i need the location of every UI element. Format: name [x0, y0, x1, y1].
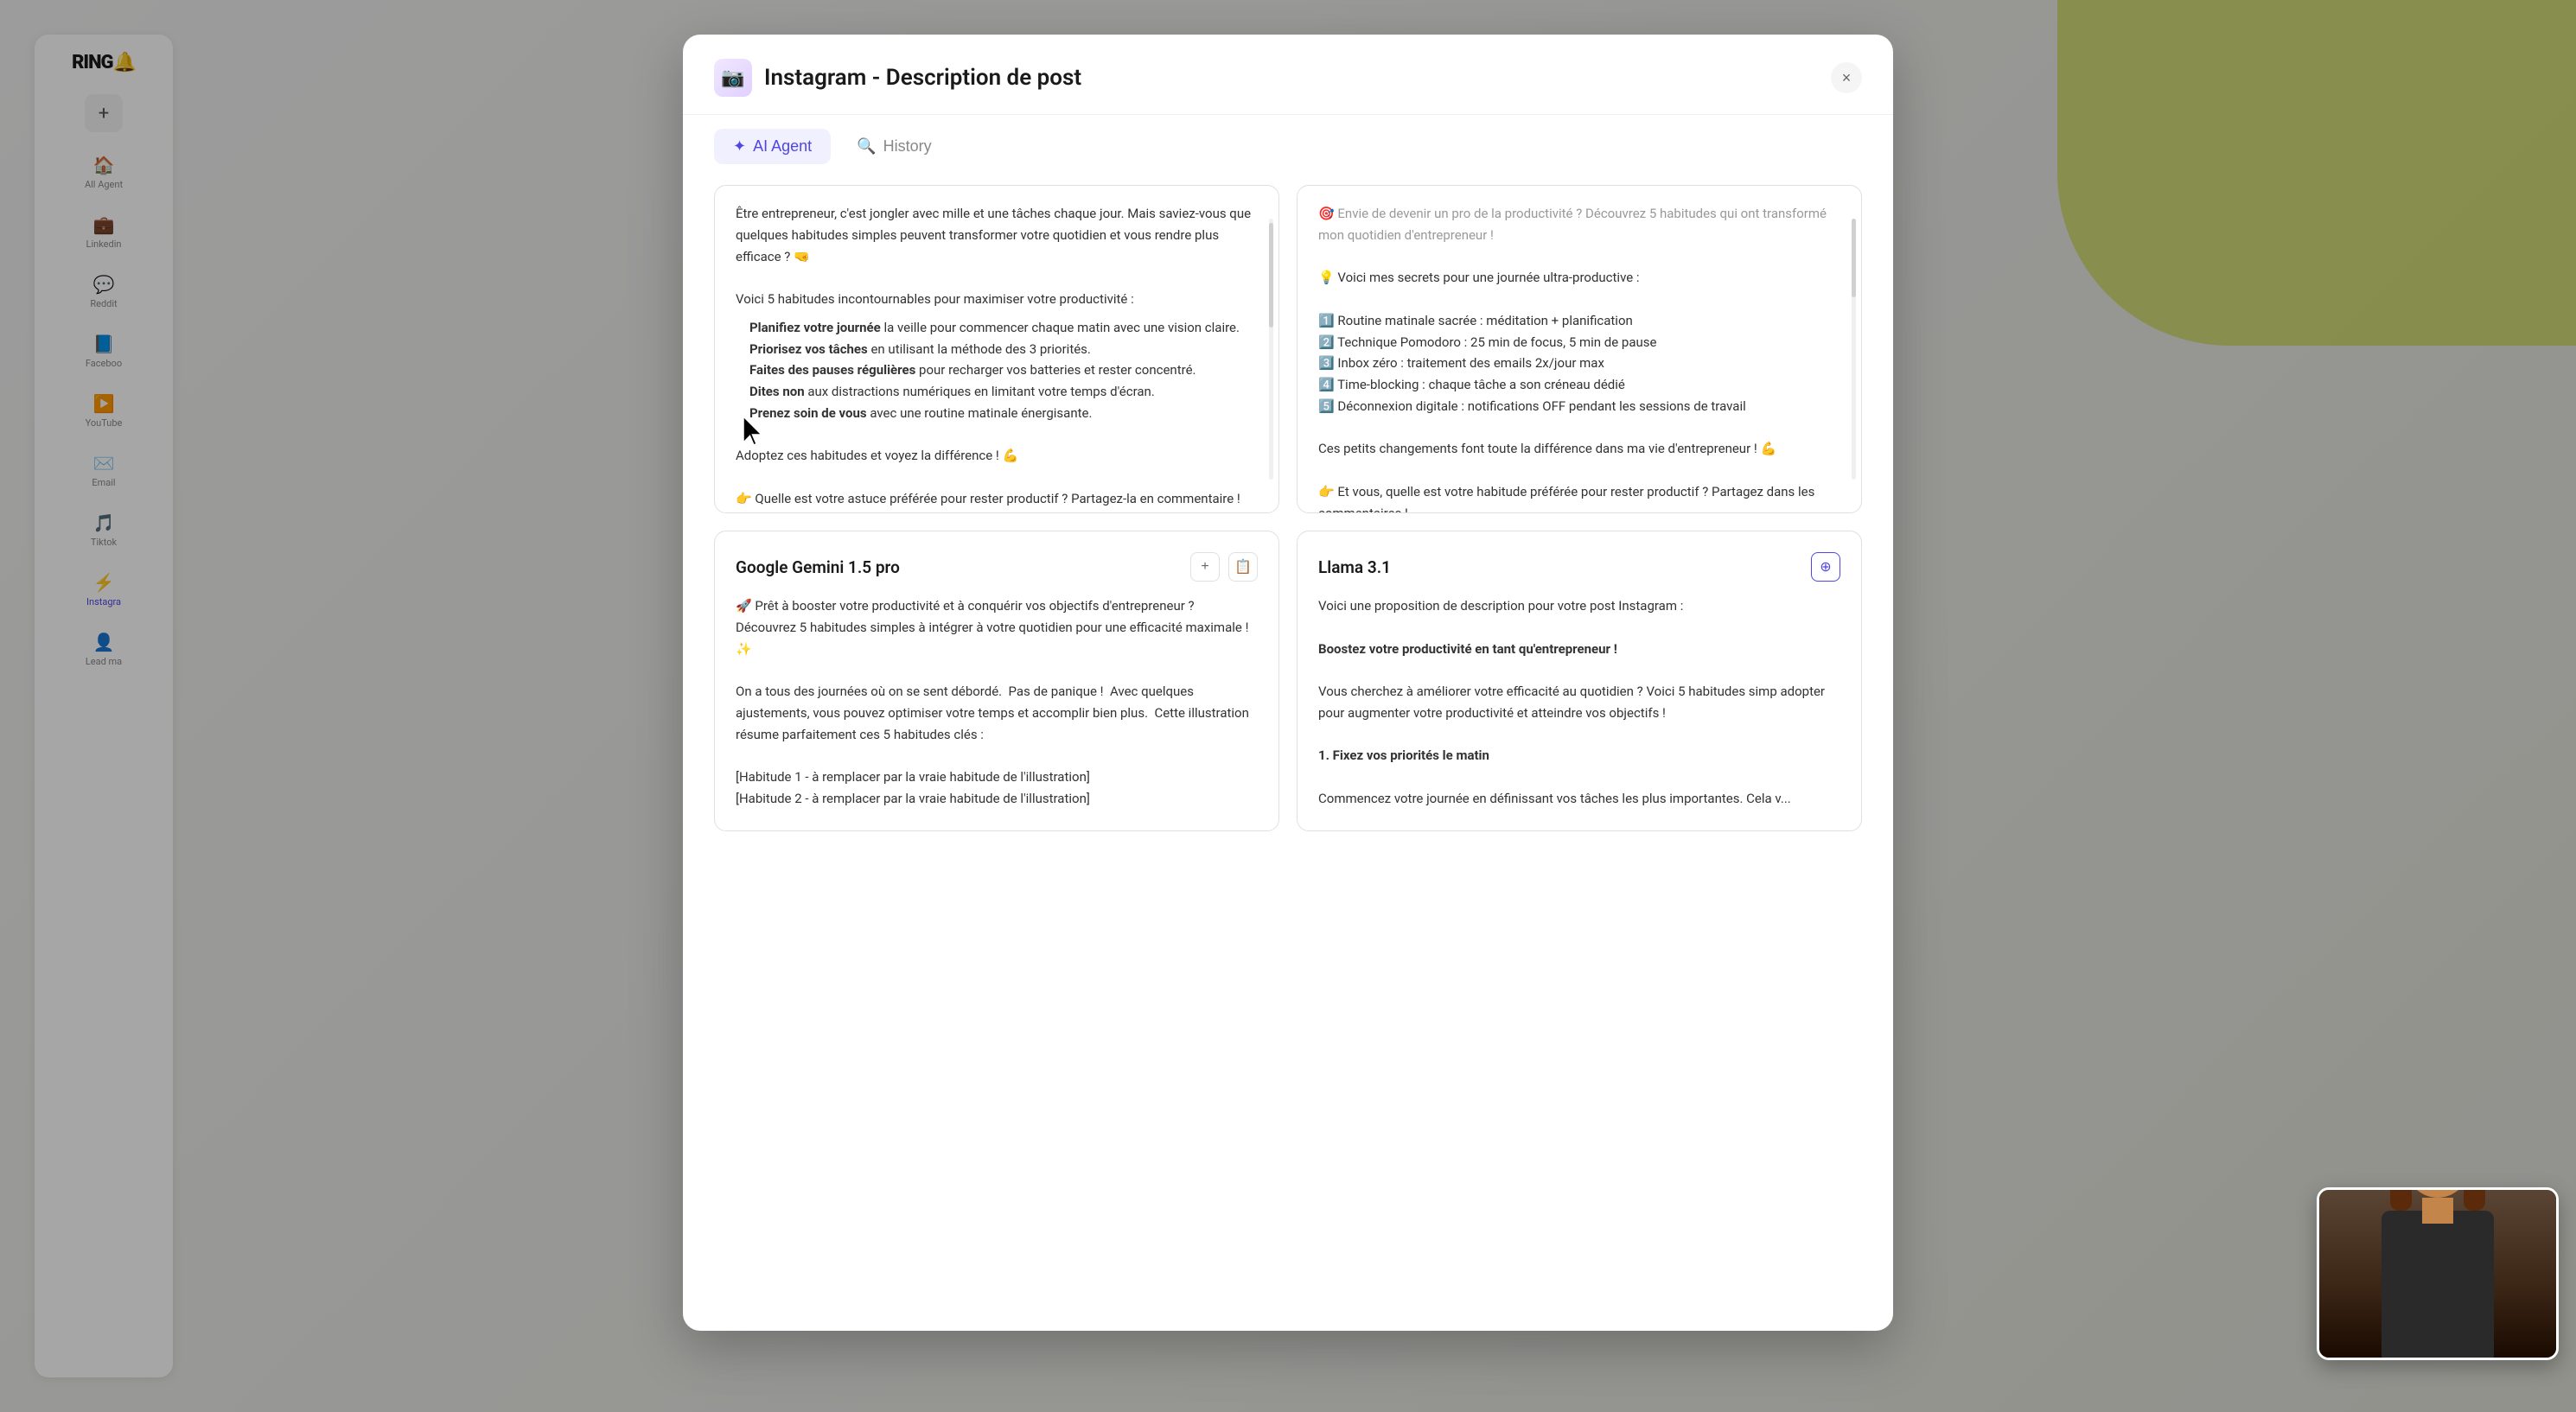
- modal-dialog: 📷 Instagram - Description de post × ✦ AI…: [683, 35, 1893, 1331]
- tab-ai-agent[interactable]: ✦ AI Agent: [714, 129, 831, 164]
- top-left-habit-1: Planifiez votre journée la veille pour c…: [736, 317, 1258, 339]
- video-thumbnail: [2317, 1187, 2559, 1360]
- tab-history[interactable]: 🔍 History: [838, 129, 950, 164]
- modal-icon: 📷: [714, 59, 752, 97]
- top-right-habit-5: 5️⃣ Déconnexion digitale : notifications…: [1318, 396, 1840, 417]
- llama-model-name: Llama 3.1: [1318, 557, 1391, 577]
- top-right-habit-2: 2️⃣ Technique Pomodoro : 25 min de focus…: [1318, 332, 1840, 353]
- top-left-intro: Voici 5 habitudes incontournables pour m…: [736, 289, 1258, 310]
- top-right-content: 🎯 Envie de devenir un pro de la producti…: [1318, 203, 1840, 513]
- tab-history-label: History: [883, 137, 932, 156]
- llama-line-2: Boostez votre productivité en tant qu'en…: [1318, 639, 1840, 660]
- top-left-question: 👉 Quelle est votre astuce préférée pour …: [736, 488, 1258, 513]
- gemini-line-1: 🚀 Prêt à booster votre productivité et à…: [736, 595, 1258, 659]
- top-right-intro: 🎯 Envie de devenir un pro de la producti…: [1318, 203, 1840, 246]
- result-card-gemini: Google Gemini 1.5 pro + 📋 🚀 Prêt à boost…: [714, 531, 1279, 831]
- modal-tabs: ✦ AI Agent 🔍 History: [683, 115, 1893, 164]
- top-left-habit-4: Dites non aux distractions numériques en…: [736, 381, 1258, 403]
- modal-header: 📷 Instagram - Description de post ×: [683, 35, 1893, 115]
- top-right-habit-3: 3️⃣ Inbox zéro : traitement des emails 2…: [1318, 353, 1840, 374]
- gemini-copy-button[interactable]: 📋: [1228, 552, 1258, 582]
- gemini-habit-2: [Habitude 2 - à remplacer par la vraie h…: [736, 788, 1258, 810]
- llama-content-1: Commencez votre journée en définissant v…: [1318, 788, 1840, 810]
- hair-right: [2464, 1190, 2485, 1211]
- hair-left: [2390, 1190, 2412, 1211]
- top-right-habit-4: 4️⃣ Time-blocking : chaque tâche a son c…: [1318, 374, 1840, 396]
- top-right-question: 👉 Et vous, quelle est votre habitude pré…: [1318, 481, 1840, 513]
- modal-title-area: 📷 Instagram - Description de post: [714, 59, 1081, 97]
- gemini-card-actions: + 📋: [1190, 552, 1258, 582]
- top-left-cta: Adoptez ces habitudes et voyez la différ…: [736, 445, 1258, 467]
- gemini-card-header: Google Gemini 1.5 pro + 📋: [736, 552, 1258, 582]
- top-left-habit-3: Faites des pauses régulières pour rechar…: [736, 359, 1258, 381]
- llama-expand-button[interactable]: ⊕: [1811, 552, 1840, 582]
- scrollbar-track-right: [1852, 219, 1856, 480]
- llama-result-text: Voici une proposition de description pou…: [1318, 595, 1840, 810]
- llama-heading-1: 1. Fixez vos priorités le matin: [1318, 745, 1840, 766]
- video-person-bg: [2319, 1190, 2556, 1358]
- bottom-cards-row: Google Gemini 1.5 pro + 📋 🚀 Prêt à boost…: [714, 531, 1862, 831]
- gemini-line-2: On a tous des journées où on se sent déb…: [736, 681, 1258, 745]
- top-left-habit-5: Prenez soin de vous avec une routine mat…: [736, 403, 1258, 424]
- gemini-model-name: Google Gemini 1.5 pro: [736, 557, 900, 577]
- gemini-result-text: 🚀 Prêt à booster votre productivité et à…: [736, 595, 1258, 810]
- top-right-secret: 💡 Voici mes secrets pour une journée ult…: [1318, 267, 1840, 289]
- history-icon: 🔍: [857, 137, 876, 156]
- top-right-conclusion: Ces petits changements font toute la dif…: [1318, 438, 1840, 460]
- top-left-content: Être entrepreneur, c'est jongler avec mi…: [736, 203, 1258, 513]
- tab-ai-agent-label: AI Agent: [753, 137, 812, 156]
- llama-card-actions: ⊕: [1811, 552, 1840, 582]
- top-left-text: Être entrepreneur, c'est jongler avec mi…: [736, 203, 1258, 267]
- scrollbar-thumb[interactable]: [1269, 223, 1273, 328]
- llama-card-header: Llama 3.1 ⊕: [1318, 552, 1840, 582]
- person-neck: [2422, 1198, 2453, 1224]
- scrollbar-thumb-right[interactable]: [1852, 219, 1856, 297]
- modal-body: Être entrepreneur, c'est jongler avec mi…: [683, 164, 1893, 1331]
- result-card-llama: Llama 3.1 ⊕ Voici une proposition de des…: [1297, 531, 1862, 831]
- result-card-top-left: Être entrepreneur, c'est jongler avec mi…: [714, 185, 1279, 513]
- result-card-top-right: 🎯 Envie de devenir un pro de la producti…: [1297, 185, 1862, 513]
- ai-agent-icon: ✦: [733, 137, 746, 156]
- person-body: [2382, 1211, 2494, 1358]
- top-cards-row: Être entrepreneur, c'est jongler avec mi…: [714, 185, 1862, 513]
- scrollbar-track: [1269, 219, 1273, 480]
- modal-overlay: 📷 Instagram - Description de post × ✦ AI…: [0, 0, 2576, 1412]
- llama-line-3: Vous cherchez à améliorer votre efficaci…: [1318, 681, 1840, 724]
- gemini-expand-button[interactable]: +: [1190, 552, 1220, 582]
- llama-line-1: Voici une proposition de description pou…: [1318, 595, 1840, 617]
- modal-close-button[interactable]: ×: [1831, 62, 1862, 93]
- gemini-habit-1: [Habitude 1 - à remplacer par la vraie h…: [736, 766, 1258, 788]
- modal-title: Instagram - Description de post: [764, 65, 1081, 91]
- top-right-habit-1: 1️⃣ Routine matinale sacrée : méditation…: [1318, 310, 1840, 332]
- top-left-habit-2: Priorisez vos tâches en utilisant la mét…: [736, 339, 1258, 360]
